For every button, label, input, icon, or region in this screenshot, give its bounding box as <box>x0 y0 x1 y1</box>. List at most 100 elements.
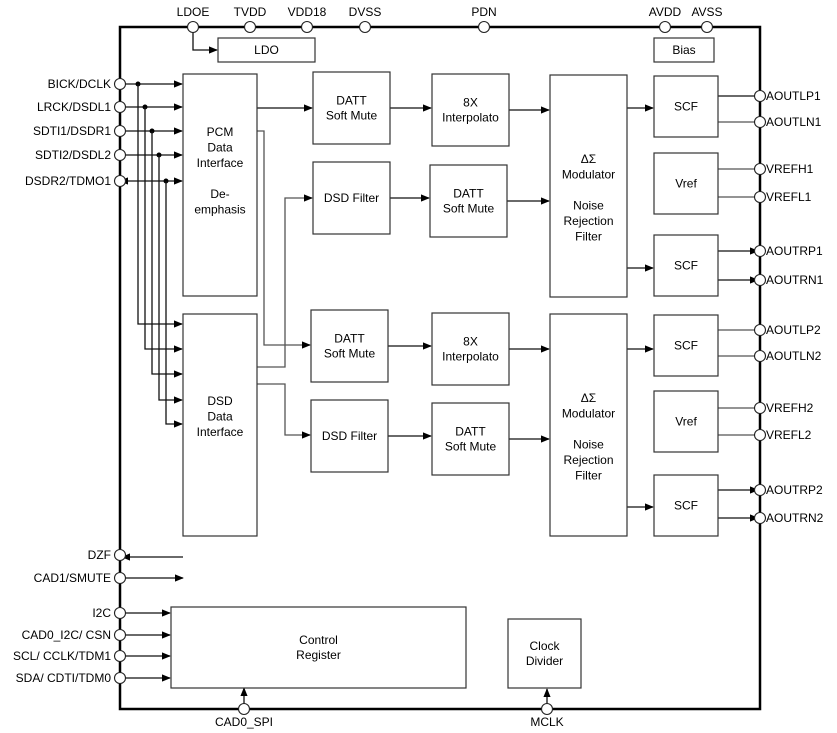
dsdfilt2-label-0: DSD Filter <box>322 429 377 443</box>
dvss-pin-circle <box>358 20 372 34</box>
vrefl1-pin-circle <box>753 190 767 204</box>
pin-avdd: AVDD <box>649 5 682 34</box>
block-vref1: Vref <box>653 152 719 215</box>
scl-label: SCL/ CCLK/TDM1 <box>13 649 111 663</box>
pin-dvss: DVSS <box>349 5 382 34</box>
mod1-box <box>549 74 628 298</box>
scl-pin-circle <box>113 649 127 663</box>
pin-sdti2: SDTI2/DSDL2 <box>35 148 127 162</box>
clkdiv-label-0: Clock <box>529 639 560 653</box>
pcm-label-4: De- <box>210 187 229 201</box>
block-dsd: DSD DataInterface <box>182 313 258 537</box>
pin-aoutln2: AOUTLN2 <box>753 349 822 363</box>
pin-dsdr2: DSDR2/TDMO1 <box>25 174 127 188</box>
block-scf4: SCF <box>653 474 719 537</box>
pin-aoutrn1: AOUTRN1 <box>753 273 824 287</box>
ldoe-pin-circle <box>186 20 200 34</box>
pcm-label-2: Interface <box>197 156 244 170</box>
block-vref2: Vref <box>653 390 719 453</box>
wire <box>165 181 183 428</box>
pdn-pin-circle <box>477 20 491 34</box>
datt1-label-0: DATT <box>336 94 367 108</box>
ldoe-label: LDOE <box>177 5 210 19</box>
dsd-label-2: Interface <box>197 425 244 439</box>
datt3-label-0: DATT <box>334 332 365 346</box>
dzf-pin-circle <box>113 548 127 562</box>
aoutrp2-pin-circle <box>753 483 767 497</box>
block-dsdfilt2: DSD Filter <box>310 399 389 473</box>
bick-pin-circle <box>113 77 127 91</box>
block-datt4: DATTSoft Mute <box>431 402 510 476</box>
block-scf2: SCF <box>653 234 719 297</box>
aoutln1-pin-circle <box>753 115 767 129</box>
scf1-label-0: SCF <box>674 100 698 114</box>
mod2-label-1: Modulator <box>562 407 615 421</box>
ldo-label-0: LDO <box>254 43 279 57</box>
lrck-pin-circle <box>113 100 127 114</box>
pin-aoutrp2: AOUTRP2 <box>753 483 823 497</box>
pin-vrefl2: VREFL2 <box>753 428 812 442</box>
pcm-label-0: PCM <box>207 125 234 139</box>
mclk-pin-circle <box>540 702 554 716</box>
dsd-label-0: DSD <box>207 394 233 408</box>
wire <box>257 383 311 439</box>
dvss-label: DVSS <box>349 5 382 19</box>
clkdiv-label-1: Divider <box>526 654 563 668</box>
avss-pin-circle <box>700 20 714 34</box>
datt2-label-1: Soft Mute <box>443 202 495 216</box>
dsdr2-pin-circle <box>113 174 127 188</box>
datt3-label-1: Soft Mute <box>324 347 376 361</box>
interp2-label-1: Interpolato <box>442 350 499 364</box>
pin-lrck: LRCK/DSDL1 <box>37 100 127 114</box>
vrefl2-pin-circle <box>753 428 767 442</box>
aoutlp1-label: AOUTLP1 <box>766 89 821 103</box>
aoutrn2-label: AOUTRN2 <box>766 511 824 525</box>
block-pcm: PCM DataInterface De-emphasis <box>182 73 258 297</box>
sdti1-pin-circle <box>113 124 127 138</box>
block-dsdfilt1: DSD Filter <box>312 161 391 235</box>
pcm-label-5: emphasis <box>194 203 245 217</box>
aoutrn1-label: AOUTRN1 <box>766 273 824 287</box>
aoutrn1-pin-circle <box>753 273 767 287</box>
mod2-label-3: Noise <box>573 438 604 452</box>
aoutrn2-pin-circle <box>753 511 767 525</box>
i2c-pin-circle <box>113 606 127 620</box>
datt2-label-0: DATT <box>453 187 484 201</box>
pin-sdti1: SDTI1/DSDR1 <box>33 124 127 138</box>
pin-vrefl1: VREFL1 <box>753 190 812 204</box>
interp1-label-1: Interpolato <box>442 111 499 125</box>
vdd18-pin-circle <box>300 20 314 34</box>
pin-aoutlp1: AOUTLP1 <box>753 89 821 103</box>
dsdr2-label: DSDR2/TDMO1 <box>25 174 111 188</box>
block-datt2: DATTSoft Mute <box>429 164 508 238</box>
pin-ldoe: LDOE <box>177 5 210 34</box>
vdd18-label: VDD18 <box>288 5 327 19</box>
vrefh1-pin-circle <box>753 162 767 176</box>
interp1-label-0: 8X <box>463 96 478 110</box>
dsd-label-1: Data <box>207 410 233 424</box>
block-datt1: DATTSoft Mute <box>312 71 391 145</box>
datt1-label-1: Soft Mute <box>326 109 378 123</box>
mod2-box <box>549 313 628 537</box>
datt4-label-0: DATT <box>455 425 486 439</box>
scf4-label-0: SCF <box>674 499 698 513</box>
mod2-label-0: ΔΣ <box>581 391 596 405</box>
aoutln2-label: AOUTLN2 <box>766 349 822 363</box>
mod1-label-5: Filter <box>575 230 602 244</box>
aoutrp1-label: AOUTRP1 <box>766 244 823 258</box>
sdti2-pin-circle <box>113 148 127 162</box>
aoutln2-pin-circle <box>753 349 767 363</box>
avss-label: AVSS <box>691 5 722 19</box>
pin-cad0spi: CAD0_SPI <box>215 702 273 729</box>
aoutln1-label: AOUTLN1 <box>766 115 822 129</box>
pin-avss: AVSS <box>691 5 723 34</box>
block-mod1: ΔΣ Modulator NoiseRejection Filter <box>549 74 628 298</box>
pin-sda: SDA/ CDTI/TDM0 <box>16 671 127 685</box>
sda-pin-circle <box>113 671 127 685</box>
aoutrp2-label: AOUTRP2 <box>766 483 823 497</box>
cad1-label: CAD1/SMUTE <box>34 571 111 585</box>
lrck-label: LRCK/DSDL1 <box>37 100 111 114</box>
sda-label: SDA/ CDTI/TDM0 <box>16 671 112 685</box>
dzf-label: DZF <box>88 548 111 562</box>
datt4-label-1: Soft Mute <box>445 440 497 454</box>
